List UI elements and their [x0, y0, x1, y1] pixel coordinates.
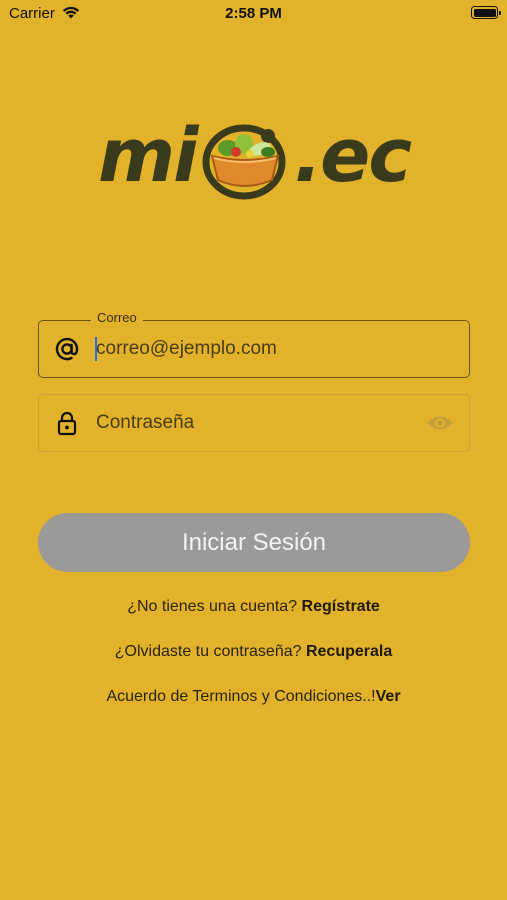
lock-icon [57, 411, 77, 436]
email-input[interactable] [96, 321, 416, 377]
eye-icon[interactable] [426, 412, 454, 434]
status-time: 2:58 PM [225, 5, 282, 22]
app-logo: mi .ec [98, 112, 412, 204]
recover-link[interactable]: Recuperala [306, 643, 392, 660]
password-input[interactable] [96, 395, 416, 451]
logo-text-ec: .ec [294, 113, 412, 199]
terms-prompt: Acuerdo de Terminos y Condiciones..!Ver [0, 688, 507, 706]
battery-icon [471, 6, 501, 19]
terms-text: Acuerdo de Terminos y Condiciones..! [106, 688, 376, 705]
register-prompt: ¿No tienes una cuenta? Regístrate [0, 598, 507, 616]
register-text: ¿No tienes una cuenta? [127, 598, 302, 615]
recover-text: ¿Olvidaste tu contraseña? [114, 643, 306, 660]
register-link[interactable]: Regístrate [302, 598, 380, 615]
login-button[interactable]: Iniciar Sesión [38, 513, 470, 572]
at-icon [55, 337, 79, 361]
vegetable-bowl-icon [202, 124, 286, 200]
status-bar: Carrier 2:58 PM [0, 0, 507, 28]
logo-text-mi: mi [98, 113, 198, 199]
terms-link[interactable]: Ver [376, 688, 401, 705]
password-field[interactable] [38, 394, 470, 452]
recover-prompt: ¿Olvidaste tu contraseña? Recuperala [0, 643, 507, 661]
email-field[interactable]: Correo [38, 310, 470, 378]
